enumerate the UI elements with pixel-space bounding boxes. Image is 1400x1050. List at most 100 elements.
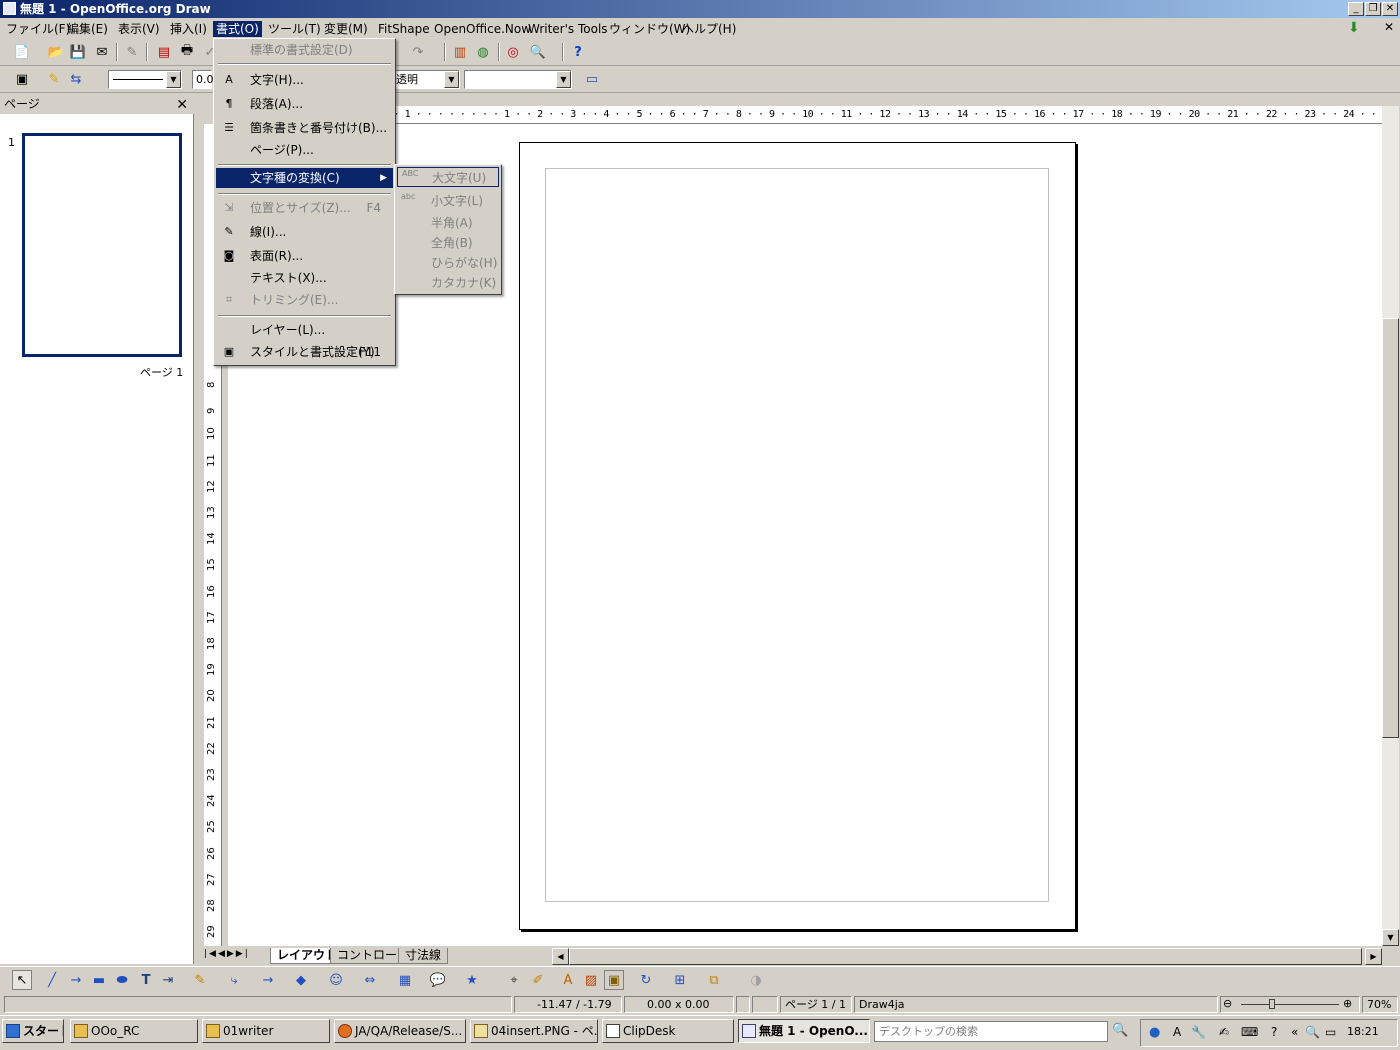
- desktop-search-input[interactable]: デスクトップの検索: [874, 1021, 1108, 1042]
- basic-shapes-icon[interactable]: ◆: [291, 970, 311, 990]
- close-panel-icon[interactable]: ✕: [176, 95, 188, 115]
- format-menu-item[interactable]: レイヤー(L)...: [216, 320, 393, 340]
- points-icon[interactable]: ⌖: [504, 970, 524, 990]
- zoom-icon[interactable]: 🔍: [528, 42, 548, 62]
- stars-icon[interactable]: ★: [462, 970, 482, 990]
- taskbar-item-active[interactable]: 無題 1 - OpenO...: [738, 1019, 870, 1043]
- chart-icon[interactable]: ▥: [450, 42, 470, 62]
- horizontal-scrollbar-thumb[interactable]: [569, 948, 1362, 965]
- print-icon[interactable]: 🖶: [177, 42, 197, 62]
- taskbar-item[interactable]: 04insert.PNG - ペ...: [470, 1019, 598, 1043]
- download-icon[interactable]: ⬇: [1348, 20, 1360, 36]
- zoom-slider[interactable]: ⊖ ⊕: [1220, 996, 1360, 1013]
- close-document-icon[interactable]: ✕: [1384, 20, 1394, 34]
- from-file-icon[interactable]: ▨: [581, 970, 601, 990]
- taskbar-item[interactable]: 01writer: [202, 1019, 330, 1043]
- select-arrow-icon[interactable]: ↖: [12, 970, 32, 990]
- tools-icon[interactable]: 🔧: [1191, 1025, 1206, 1039]
- shadow-icon[interactable]: ▭: [582, 69, 602, 89]
- fontwork-icon[interactable]: A: [558, 970, 578, 990]
- chevron-down-icon[interactable]: ▼: [556, 71, 571, 88]
- menu-writers-tools[interactable]: Writer's Tools: [525, 21, 611, 37]
- help-tray-icon[interactable]: ?: [1271, 1025, 1277, 1039]
- lines-arrows-tool-icon[interactable]: →: [258, 970, 278, 990]
- keyboard-icon[interactable]: ⌨: [1241, 1025, 1258, 1039]
- arrange-icon[interactable]: ⧉: [704, 970, 724, 990]
- chevron-down-icon[interactable]: ▼: [444, 71, 459, 88]
- status-zoom[interactable]: 70%: [1362, 996, 1398, 1013]
- extrusion-icon[interactable]: ◑: [746, 970, 766, 990]
- pen-icon[interactable]: ✍: [1219, 1025, 1229, 1039]
- format-menu-item[interactable]: ◙ 表面(R)...: [216, 246, 393, 266]
- menu-file[interactable]: ファイル(F): [3, 21, 73, 37]
- zoom-handle[interactable]: [1269, 999, 1275, 1009]
- text-tool-icon[interactable]: T: [136, 970, 156, 990]
- display-icon[interactable]: ▭: [1325, 1025, 1336, 1039]
- ime-icon[interactable]: A: [1173, 1025, 1181, 1039]
- format-menu-item[interactable]: ▣ スタイルと書式設定(Y) F11: [216, 342, 393, 362]
- tray-search-icon[interactable]: 🔍: [1305, 1025, 1320, 1039]
- callouts-icon[interactable]: 💬: [428, 970, 448, 990]
- format-menu-item[interactable]: ✎ 線(I)...: [216, 222, 393, 242]
- rectangle-tool-icon[interactable]: ▬: [89, 970, 109, 990]
- scroll-down-button[interactable]: ▼: [1382, 929, 1399, 946]
- format-menu-item[interactable]: テキスト(X)...: [216, 268, 393, 288]
- arrow-style-icon[interactable]: ⇆: [66, 69, 86, 89]
- scroll-left-button[interactable]: ◀: [552, 948, 569, 965]
- gallery-toggle-icon[interactable]: ▣: [604, 970, 624, 990]
- open-folder-icon[interactable]: 📂: [46, 42, 66, 62]
- menu-edit[interactable]: 編集(E): [64, 21, 111, 37]
- chevron-down-icon[interactable]: ▼: [166, 71, 181, 88]
- export-pdf-icon[interactable]: ▤: [154, 42, 174, 62]
- search-icon[interactable]: 🔍: [1112, 1023, 1128, 1038]
- align-icon[interactable]: ⊞: [670, 970, 690, 990]
- line-icon[interactable]: ✎: [44, 69, 64, 89]
- start-button[interactable]: スタート: [2, 1019, 64, 1043]
- menu-format[interactable]: 書式(O): [213, 21, 262, 37]
- ellipse-tool-icon[interactable]: ⬬: [112, 970, 132, 990]
- area-style-combo[interactable]: 透明 ▼: [392, 70, 460, 89]
- expand-tray-icon[interactable]: «: [1291, 1025, 1298, 1039]
- page-thumbnail[interactable]: [22, 133, 182, 357]
- format-menu-item[interactable]: ¶ 段落(A)...: [216, 94, 393, 114]
- symbol-shapes-icon[interactable]: ☺: [326, 970, 346, 990]
- curve-tool-icon[interactable]: ✎: [190, 970, 210, 990]
- panel-splitter[interactable]: [194, 94, 202, 964]
- connector-tool-icon[interactable]: ⤷: [224, 970, 244, 990]
- line-style-combo[interactable]: ▼: [108, 70, 182, 89]
- menu-openoffice-now[interactable]: OpenOffice.Now: [431, 21, 534, 37]
- menu-insert[interactable]: 挿入(I): [167, 21, 210, 37]
- new-document-icon[interactable]: 📄: [12, 42, 32, 62]
- restore-button[interactable]: ❐: [1365, 2, 1381, 16]
- gallery-icon[interactable]: ◍: [473, 42, 493, 62]
- line-arrow-tool-icon[interactable]: →: [66, 970, 86, 990]
- zoom-out-icon[interactable]: ⊖: [1223, 996, 1232, 1011]
- glue-points-icon[interactable]: ✐: [528, 970, 548, 990]
- tray-app-icon[interactable]: ●: [1149, 1025, 1160, 1040]
- line-tool-icon[interactable]: ╱: [42, 970, 62, 990]
- close-window-button[interactable]: ✕: [1382, 2, 1398, 16]
- format-menu-item[interactable]: ☰ 箇条書きと番号付け(B)...: [216, 118, 393, 138]
- scroll-right-button[interactable]: ▶: [1365, 948, 1382, 965]
- taskbar-item[interactable]: ClipDesk: [602, 1019, 734, 1043]
- menu-help[interactable]: ヘルプ(H): [679, 21, 739, 37]
- zoom-in-icon[interactable]: ⊕: [1343, 996, 1352, 1011]
- menu-view[interactable]: 表示(V): [115, 21, 163, 37]
- menu-fitshape[interactable]: FitShape: [375, 21, 433, 37]
- vertical-scrollbar[interactable]: ▼: [1382, 106, 1399, 946]
- taskbar-item[interactable]: OOo_RC: [70, 1019, 198, 1043]
- block-arrows-icon[interactable]: ⇔: [360, 970, 380, 990]
- email-icon[interactable]: ✉: [92, 42, 112, 62]
- area-fill-combo[interactable]: ▼: [464, 70, 572, 89]
- line-width-field[interactable]: 0.0: [192, 70, 214, 89]
- dimension-tool-icon[interactable]: ⇥: [158, 970, 178, 990]
- save-icon[interactable]: 💾: [68, 42, 88, 62]
- taskbar-item[interactable]: JA/QA/Release/S...: [334, 1019, 466, 1043]
- format-menu-item[interactable]: ページ(P)...: [216, 140, 393, 160]
- menu-modify[interactable]: 変更(M): [321, 21, 371, 37]
- scrollbar-thumb[interactable]: [1382, 318, 1399, 738]
- format-menu-item[interactable]: 文字種の変換(C) ▶: [216, 168, 393, 188]
- rotate-icon[interactable]: ↻: [636, 970, 656, 990]
- flowchart-icon[interactable]: ▦: [395, 970, 415, 990]
- menu-tools[interactable]: ツール(T): [265, 21, 324, 37]
